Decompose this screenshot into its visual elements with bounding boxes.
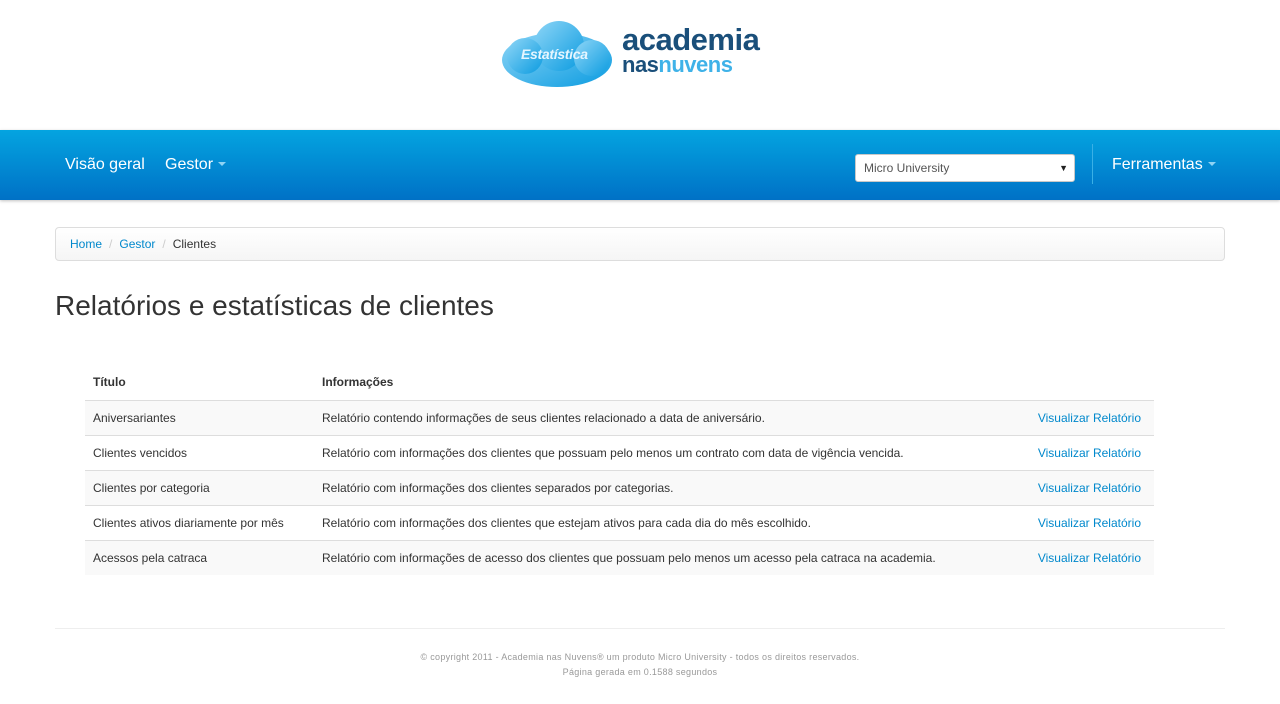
view-report-link[interactable]: Visualizar Relatório [1038, 481, 1141, 495]
table-row: Clientes por categoria Relatório com inf… [85, 469, 1154, 505]
footer-divider [55, 628, 1225, 629]
table-row: Clientes ativos diariamente por mês Rela… [85, 504, 1154, 540]
page-header: Estatística academia nasnuvens [0, 0, 1280, 130]
report-info: Relatório com informações dos clientes q… [314, 504, 1016, 540]
footer-generated-time: Página gerada em 0.1588 segundos [562, 667, 718, 677]
breadcrumb-separator: / [162, 237, 166, 251]
report-title: Clientes ativos diariamente por mês [85, 504, 314, 540]
column-header-action [1016, 365, 1154, 400]
logo-word-nas: nas [622, 52, 659, 77]
report-action-cell: Visualizar Relatório [1015, 504, 1154, 540]
page-footer: © copyright 2011 - Academia nas Nuvens® … [0, 650, 1280, 680]
caret-down-icon [1207, 161, 1216, 166]
nav-tools-label: Ferramentas [1112, 156, 1203, 173]
nav-tools-dropdown[interactable]: Ferramentas [1112, 130, 1216, 200]
column-header-title: Título [93, 375, 126, 390]
view-report-link[interactable]: Visualizar Relatório [1038, 551, 1141, 565]
breadcrumb: Home / Gestor / Clientes [55, 227, 1225, 261]
academia-nas-nuvens-logo[interactable]: Estatística academia nasnuvens [497, 18, 787, 93]
report-info: Relatório com informações dos clientes q… [314, 434, 1016, 470]
nav-manager-label: Gestor [165, 156, 214, 173]
report-info: Relatório com informações de acesso dos … [314, 539, 1016, 575]
view-report-link[interactable]: Visualizar Relatório [1038, 411, 1141, 425]
table-row: Acessos pela catraca Relatório com infor… [85, 539, 1154, 575]
report-info: Relatório com informações dos clientes s… [314, 469, 1016, 505]
top-navbar: Visão geral Gestor Micro University ▼ Fe… [0, 130, 1280, 200]
breadcrumb-current: Clientes [172, 237, 217, 251]
page-title: Relatórios e estatísticas de clientes [55, 290, 494, 321]
logo-cloud-text: Estatística [521, 46, 588, 62]
view-report-link[interactable]: Visualizar Relatório [1038, 446, 1141, 460]
report-action-cell: Visualizar Relatório [1015, 434, 1154, 470]
unit-select[interactable]: Micro University ▼ [855, 154, 1075, 182]
report-title: Clientes por categoria [85, 469, 314, 505]
dropdown-arrow-icon: ▼ [1059, 163, 1068, 173]
report-info: Relatório contendo informações de seus c… [314, 399, 1016, 435]
footer-copyright: © copyright 2011 - Academia nas Nuvens® … [420, 652, 860, 662]
breadcrumb-home[interactable]: Home [70, 237, 102, 251]
nav-divider [1092, 144, 1093, 184]
view-report-link[interactable]: Visualizar Relatório [1038, 516, 1141, 530]
report-action-cell: Visualizar Relatório [1015, 399, 1154, 435]
logo-word-academia: academia [622, 22, 760, 57]
breadcrumb-manager[interactable]: Gestor [119, 237, 155, 251]
report-action-cell: Visualizar Relatório [1015, 539, 1154, 575]
table-row: Clientes vencidos Relatório com informaç… [85, 434, 1154, 470]
breadcrumb-separator: / [109, 237, 113, 251]
nav-manager-dropdown[interactable]: Gestor [165, 130, 227, 200]
caret-down-icon [218, 161, 227, 166]
logo-word-nuvens: nuvens [658, 52, 733, 77]
unit-select-value: Micro University [864, 161, 950, 175]
report-action-cell: Visualizar Relatório [1015, 469, 1154, 505]
table-header-row: Título Informações [85, 365, 1154, 400]
column-header-info: Informações [322, 375, 394, 390]
nav-overview[interactable]: Visão geral [65, 130, 145, 200]
report-title: Aniversariantes [85, 399, 314, 435]
report-title: Clientes vencidos [85, 434, 314, 470]
logo-word-nasnuvens: nasnuvens [622, 52, 733, 77]
nav-overview-label: Visão geral [65, 156, 145, 173]
table-row: Aniversariantes Relatório contendo infor… [85, 399, 1154, 435]
report-title: Acessos pela catraca [85, 539, 314, 575]
reports-table: Título Informações Aniversariantes Relat… [85, 365, 1154, 575]
